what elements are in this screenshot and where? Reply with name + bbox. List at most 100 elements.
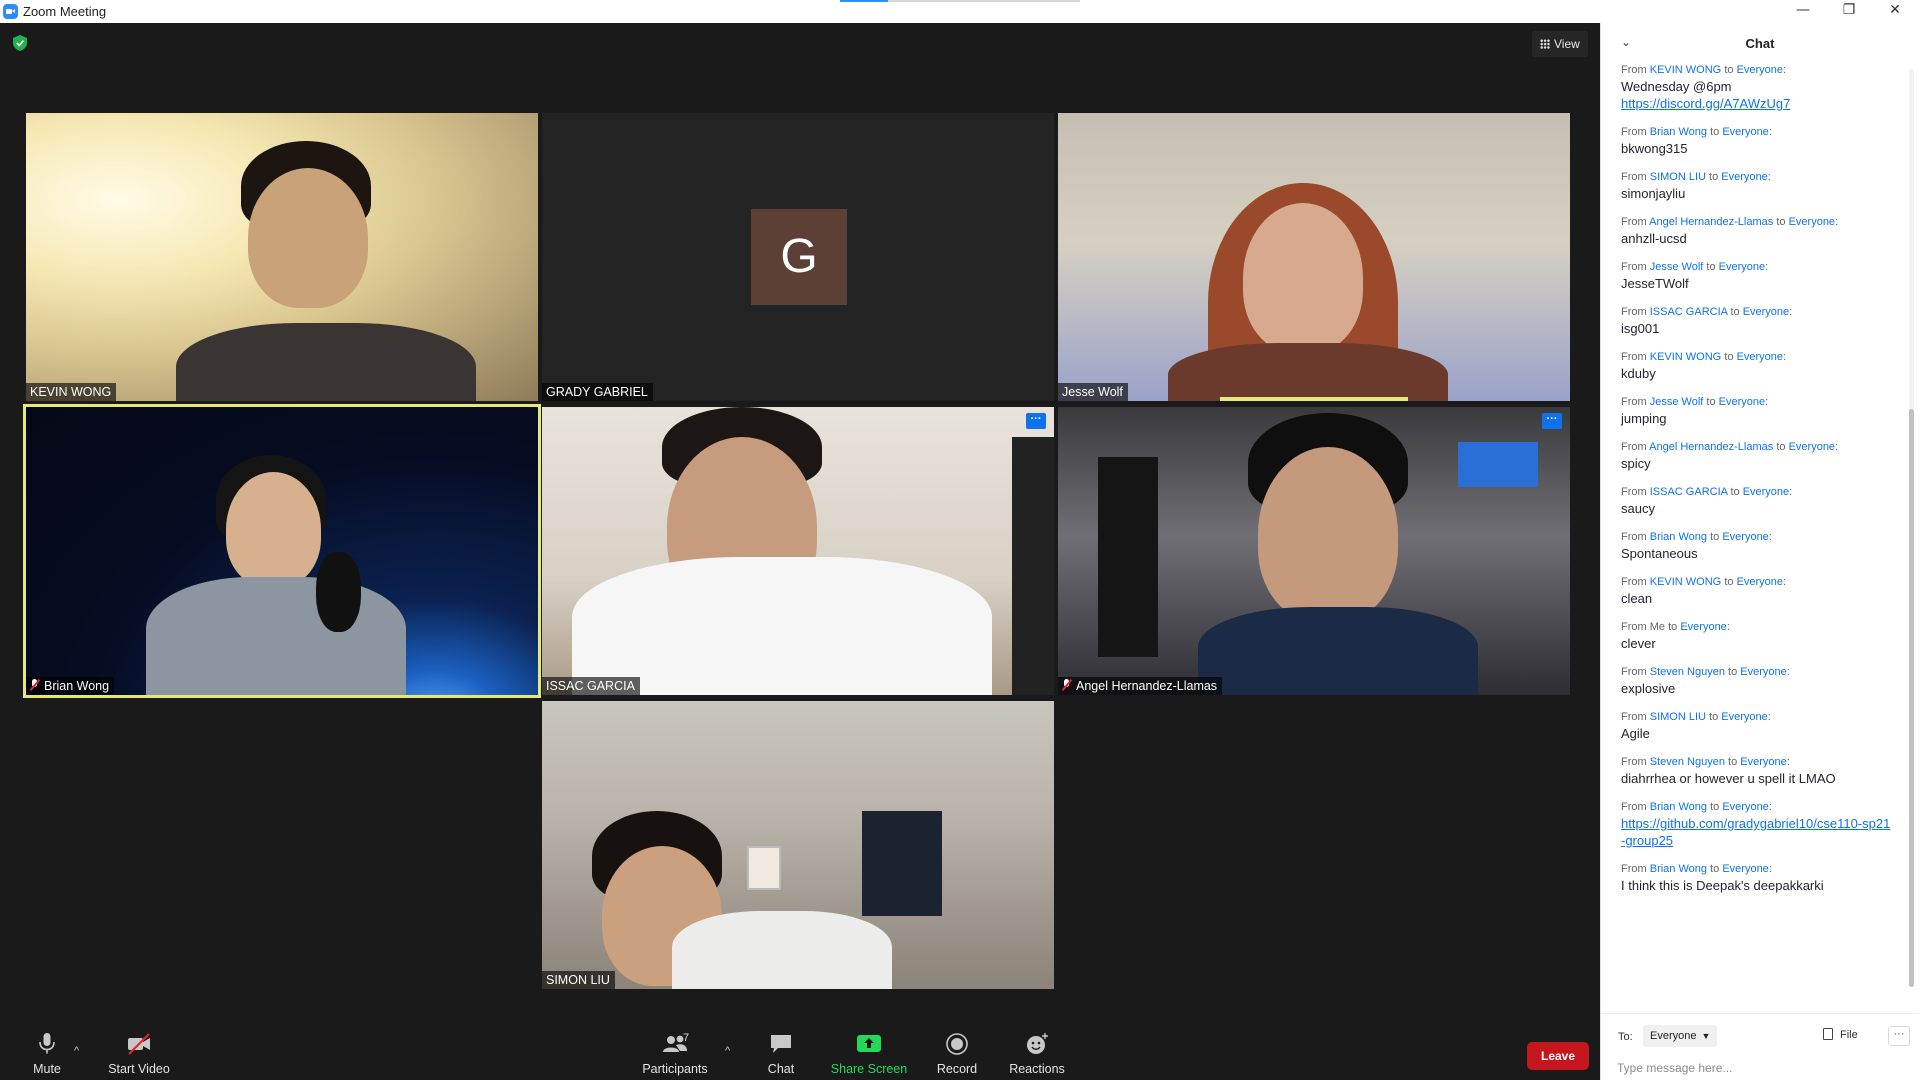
- chat-header: ⌄ Chat: [1601, 23, 1919, 61]
- from-word: From: [1621, 351, 1647, 363]
- participant-name-label: Brian Wong: [26, 677, 115, 695]
- chat-message: From Brian Wong to Everyone: Spontaneous: [1601, 530, 1901, 562]
- message-sender[interactable]: KEVIN WONG: [1650, 64, 1722, 76]
- message-sender[interactable]: ISSAC GARCIA: [1650, 306, 1728, 318]
- poster-shape: [862, 811, 942, 916]
- chat-message-link[interactable]: https://discord.gg/A7AWzUg7: [1621, 95, 1891, 112]
- chat-message-text: isg001: [1621, 321, 1660, 336]
- message-sender[interactable]: Brian Wong: [1650, 863, 1707, 875]
- close-window-button[interactable]: ✕: [1872, 0, 1918, 23]
- message-sender[interactable]: Angel Hernandez-Llamas: [1649, 441, 1773, 453]
- message-sender[interactable]: Steven Nguyen: [1650, 756, 1725, 768]
- message-sender[interactable]: Jesse Wolf: [1650, 261, 1704, 273]
- chat-scrollbar[interactable]: [1909, 69, 1914, 987]
- chat-message: From ISSAC GARCIA to Everyone: saucy: [1601, 485, 1901, 517]
- from-word: From: [1621, 171, 1647, 183]
- message-sender[interactable]: Steven Nguyen: [1650, 666, 1725, 678]
- participant-shirt: [176, 323, 476, 401]
- participant-shirt: [1198, 607, 1478, 695]
- chat-message: From Angel Hernandez-Llamas to Everyone:…: [1601, 215, 1901, 247]
- participants-options-caret[interactable]: ^: [725, 1045, 730, 1057]
- microphone-icon: [39, 1033, 55, 1054]
- message-recipient: Everyone: [1736, 576, 1784, 588]
- video-tile-jesse-wolf[interactable]: Jesse Wolf: [1058, 113, 1570, 401]
- chat-message-meta: From SIMON LIU to Everyone:: [1621, 711, 1771, 723]
- chat-message-text: kduby: [1621, 366, 1656, 381]
- chat-message-meta: From Jesse Wolf to Everyone:: [1621, 261, 1769, 273]
- video-tile-kevin-wong[interactable]: KEVIN WONG: [26, 113, 538, 401]
- chat-message-meta: From Jesse Wolf to Everyone:: [1621, 396, 1769, 408]
- tile-more-options-button[interactable]: ···: [1026, 413, 1046, 429]
- participant-shirt: [572, 557, 992, 695]
- message-sender[interactable]: ISSAC GARCIA: [1650, 486, 1728, 498]
- chat-message-list[interactable]: From KEVIN WONG to Everyone: Wednesday @6…: [1601, 63, 1901, 1001]
- to-word: to: [1706, 261, 1716, 273]
- reactions-button[interactable]: Reactions: [992, 1032, 1082, 1076]
- active-speaker-indicator: [1220, 397, 1408, 401]
- to-word: to: [1728, 756, 1738, 768]
- video-tile-issac-garcia[interactable]: ··· ISSAC GARCIA: [542, 407, 1054, 695]
- record-button[interactable]: Record: [912, 1032, 1002, 1076]
- chat-message-meta: From Brian Wong to Everyone:: [1621, 863, 1772, 875]
- chat-message: From Brian Wong to Everyone: I think this…: [1601, 862, 1901, 894]
- chat-message: From Jesse Wolf to Everyone: JesseTWolf: [1601, 260, 1901, 292]
- participant-face: [1258, 447, 1398, 622]
- message-sender[interactable]: KEVIN WONG: [1650, 576, 1722, 588]
- chat-more-button[interactable]: ···: [1888, 1026, 1910, 1046]
- view-layout-button[interactable]: View: [1532, 31, 1588, 57]
- chat-button[interactable]: Chat: [736, 1032, 826, 1076]
- message-sender[interactable]: Brian Wong: [1650, 126, 1707, 138]
- chat-message-text: bkwong315: [1621, 141, 1688, 156]
- recipient-select[interactable]: Everyone ▼: [1643, 1025, 1718, 1047]
- message-sender[interactable]: SIMON LIU: [1650, 711, 1706, 723]
- from-word: From: [1621, 441, 1647, 453]
- message-sender[interactable]: KEVIN WONG: [1650, 351, 1722, 363]
- from-word: From: [1621, 666, 1647, 678]
- leave-meeting-button[interactable]: Leave: [1527, 1042, 1589, 1070]
- video-tile-angel-hernandez-llamas[interactable]: ··· Angel Hernandez-Llamas: [1058, 407, 1570, 695]
- chat-message-meta: From ISSAC GARCIA to Everyone:: [1621, 306, 1793, 318]
- message-sender[interactable]: Angel Hernandez-Llamas: [1649, 216, 1773, 228]
- from-word: From: [1621, 576, 1647, 588]
- minimize-button[interactable]: —: [1780, 0, 1826, 23]
- chat-message: From Steven Nguyen to Everyone: explosive: [1601, 665, 1901, 697]
- from-word: From: [1621, 216, 1647, 228]
- message-recipient: Everyone: [1788, 441, 1836, 453]
- restore-button[interactable]: ❐: [1826, 0, 1872, 23]
- video-tile-brian-wong[interactable]: Brian Wong: [23, 404, 541, 698]
- participant-name-label: Jesse Wolf: [1058, 383, 1128, 401]
- chat-message: From Jesse Wolf to Everyone: jumping: [1601, 395, 1901, 427]
- monitor-shape: [1458, 442, 1538, 487]
- share-screen-button[interactable]: Share Screen: [824, 1032, 914, 1076]
- from-word: From: [1621, 756, 1647, 768]
- chat-scroll-thumb[interactable]: [1909, 409, 1914, 987]
- from-word: From: [1621, 486, 1647, 498]
- message-input[interactable]: [1617, 1058, 1907, 1078]
- chat-message-meta: From Steven Nguyen to Everyone:: [1621, 666, 1790, 678]
- file-button[interactable]: File: [1823, 1028, 1858, 1041]
- message-sender[interactable]: SIMON LIU: [1650, 171, 1706, 183]
- chat-message: From KEVIN WONG to Everyone: kduby: [1601, 350, 1901, 382]
- message-recipient: Everyone: [1788, 216, 1836, 228]
- doorway-shape: [1012, 437, 1054, 695]
- encryption-shield-icon[interactable]: [13, 35, 27, 51]
- audio-options-caret[interactable]: ^: [74, 1045, 79, 1057]
- message-sender[interactable]: Brian Wong: [1650, 531, 1707, 543]
- from-word: From: [1621, 711, 1647, 723]
- chat-message-meta: From Angel Hernandez-Llamas to Everyone:: [1621, 216, 1839, 228]
- tile-more-options-button[interactable]: ···: [1542, 413, 1562, 429]
- chat-message-text: I think this is Deepak's deepakkarki: [1621, 878, 1824, 893]
- message-sender[interactable]: Jesse Wolf: [1650, 396, 1704, 408]
- view-label: View: [1554, 37, 1580, 51]
- chat-message-link[interactable]: https://github.com/gradygabriel10/cse110…: [1621, 815, 1891, 849]
- video-tile-grady-gabriel[interactable]: G GRADY GABRIEL: [542, 113, 1054, 401]
- chat-message: From Me to Everyone: clever: [1601, 620, 1901, 652]
- participant-shirt: [672, 911, 892, 989]
- message-sender[interactable]: Brian Wong: [1650, 801, 1707, 813]
- share-screen-icon: [857, 1035, 881, 1052]
- participants-button[interactable]: 7 Participants: [630, 1032, 720, 1076]
- to-word: to: [1776, 216, 1786, 228]
- video-tile-simon-liu[interactable]: SIMON LIU: [542, 701, 1054, 989]
- start-video-button[interactable]: Start Video: [94, 1032, 184, 1076]
- chat-message-text: simonjayliu: [1621, 186, 1686, 201]
